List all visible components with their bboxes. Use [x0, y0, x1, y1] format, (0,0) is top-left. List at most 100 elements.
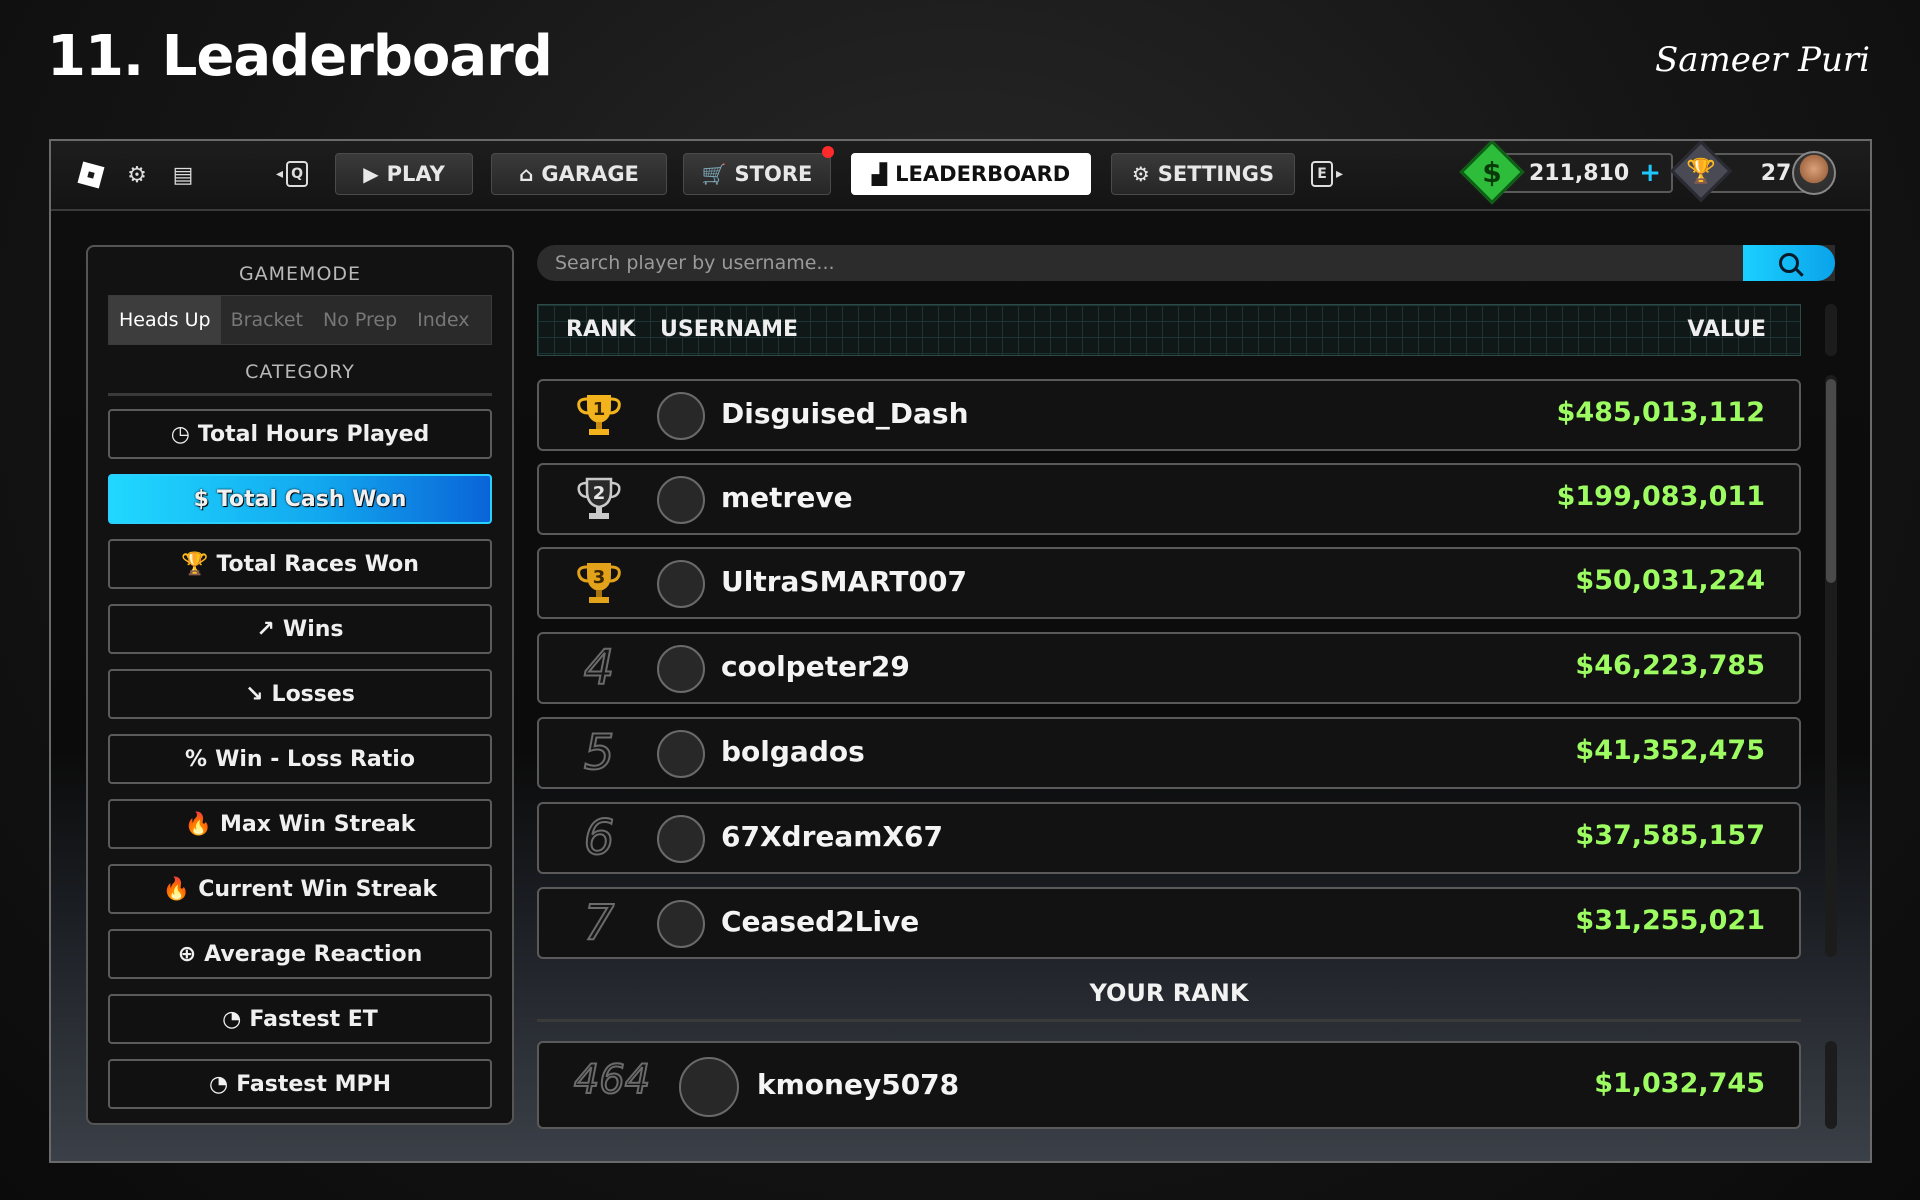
avatar	[657, 900, 705, 948]
leaderboard-header: RANK USERNAME VALUE	[537, 304, 1801, 356]
table-row[interactable]: 1 Disguised_Dash $485,013,112	[537, 379, 1801, 451]
category-fastest-mph[interactable]: ◔ Fastest MPH	[108, 1059, 492, 1109]
username[interactable]: Ceased2Live	[721, 905, 919, 938]
header-value: VALUE	[1687, 317, 1766, 342]
avatar	[657, 815, 705, 863]
player-avatar[interactable]	[1792, 151, 1836, 195]
username[interactable]: Disguised_Dash	[721, 397, 969, 430]
category-max-win-streak[interactable]: 🔥 Max Win Streak	[108, 799, 492, 849]
table-row[interactable]: 7 Ceased2Live $31,255,021	[537, 887, 1801, 959]
chevron-left-icon: ◂	[276, 166, 284, 182]
emote-button[interactable]: ⚙	[117, 155, 157, 195]
tab-play-label: PLAY	[386, 162, 445, 186]
value: $41,352,475	[1575, 735, 1765, 766]
tab-store-label: STORE	[734, 162, 813, 186]
category-label: Win - Loss Ratio	[215, 746, 415, 772]
next-tab-hint[interactable]: E ▸	[1311, 161, 1343, 187]
speedometer-icon: ◔	[208, 1071, 229, 1097]
tab-leaderboard[interactable]: ▟ LEADERBOARD	[851, 153, 1091, 195]
category-label: Fastest MPH	[236, 1071, 392, 1097]
category-divider	[108, 393, 492, 396]
username[interactable]: 67XdreamX67	[721, 820, 943, 853]
emote-icon: ⚙	[127, 162, 147, 188]
table-row[interactable]: 5 bolgados $41,352,475	[537, 717, 1801, 789]
username[interactable]: kmoney5078	[757, 1068, 959, 1101]
trend-up-icon: ↗	[256, 616, 275, 642]
roblox-menu-button[interactable]	[71, 155, 111, 195]
value: $31,255,021	[1575, 905, 1765, 936]
category-win-loss-ratio[interactable]: % Win - Loss Ratio	[108, 734, 492, 784]
trophy-icon: 🏆	[181, 551, 209, 577]
clock-icon: ◷	[170, 421, 190, 447]
search-bar[interactable]: Search player by username...	[537, 245, 1835, 281]
gamemode-tabs: Heads Up Bracket No Prep Index	[108, 295, 492, 345]
chat-button[interactable]: ▤	[163, 155, 203, 195]
username[interactable]: UltraSMART007	[721, 565, 967, 598]
your-rank-row[interactable]: 464 kmoney5078 $1,032,745	[537, 1041, 1801, 1129]
category-average-reaction[interactable]: ⊕ Average Reaction	[108, 929, 492, 979]
value: $46,223,785	[1575, 650, 1765, 681]
value: $50,031,224	[1575, 565, 1765, 596]
rank-number: 3	[593, 567, 606, 588]
tab-store[interactable]: 🛒 STORE	[683, 146, 834, 195]
table-row[interactable]: 2 metreve $199,083,011	[537, 463, 1801, 535]
gamemode-tab-no-prep[interactable]: No Prep	[313, 296, 407, 344]
cash-display[interactable]: $ 211,810 +	[1459, 141, 1673, 205]
username[interactable]: bolgados	[721, 735, 865, 768]
header-rank: RANK	[566, 317, 636, 342]
table-row[interactable]: 6 67XdreamX67 $37,585,157	[537, 802, 1801, 874]
value: $199,083,011	[1556, 481, 1765, 512]
page-title: 11. Leaderboard	[47, 24, 553, 89]
your-rank-divider	[537, 1019, 1801, 1022]
bronze-trophy-icon: 3	[577, 563, 621, 603]
gear-icon: ⚙	[1131, 162, 1150, 186]
category-label: Max Win Streak	[220, 811, 416, 837]
search-button[interactable]	[1743, 245, 1835, 281]
gamemode-tab-heads-up[interactable]: Heads Up	[109, 296, 221, 344]
search-input[interactable]: Search player by username...	[537, 252, 835, 274]
cash-icon: $	[1459, 141, 1525, 205]
value: $485,013,112	[1556, 397, 1765, 428]
tab-leaderboard-label: LEADERBOARD	[895, 162, 1071, 186]
add-cash-icon[interactable]: +	[1639, 158, 1661, 188]
top-bar: ⚙ ▤ ◂ Q ▶ PLAY ⌂ GARAGE 🛒 STORE ▟ LEADER…	[51, 141, 1870, 211]
category-total-cash-won[interactable]: $ Total Cash Won	[108, 474, 492, 524]
gamemode-heading: GAMEMODE	[238, 263, 362, 285]
search-icon	[1779, 253, 1799, 273]
category-losses[interactable]: ↘ Losses	[108, 669, 492, 719]
prev-tab-hint[interactable]: ◂ Q	[276, 161, 309, 187]
table-row[interactable]: 3 UltraSMART007 $50,031,224	[537, 547, 1801, 619]
gamemode-tab-index[interactable]: Index	[407, 296, 479, 344]
rank-number: 1	[593, 399, 606, 420]
category-current-win-streak[interactable]: 🔥 Current Win Streak	[108, 864, 492, 914]
trophy-count: 27	[1760, 160, 1792, 186]
category-fastest-et[interactable]: ◔ Fastest ET	[108, 994, 492, 1044]
author-signature: Sameer Puri	[1654, 40, 1870, 80]
category-label: Fastest ET	[249, 1006, 378, 1032]
category-label: Average Reaction	[204, 941, 423, 967]
rank-number: 6	[583, 809, 616, 867]
category-label: Total Races Won	[216, 551, 419, 577]
tab-settings[interactable]: ⚙ SETTINGS	[1111, 153, 1295, 195]
header-scroll-spacer	[1825, 304, 1837, 356]
avatar	[679, 1057, 739, 1117]
silver-trophy-icon: 2	[577, 477, 621, 519]
header-username: USERNAME	[660, 317, 799, 342]
category-wins[interactable]: ↗ Wins	[108, 604, 492, 654]
trophy-icon: 🏆	[1669, 141, 1733, 203]
rank-number: 2	[593, 483, 606, 504]
play-icon: ▶	[363, 162, 379, 186]
username[interactable]: metreve	[721, 481, 853, 514]
tab-garage[interactable]: ⌂ GARAGE	[491, 153, 667, 195]
username[interactable]: coolpeter29	[721, 650, 910, 683]
table-row[interactable]: 4 coolpeter29 $46,223,785	[537, 632, 1801, 704]
gamemode-tab-bracket[interactable]: Bracket	[221, 296, 313, 344]
rank-number: 4	[583, 639, 616, 697]
category-total-hours-played[interactable]: ◷ Total Hours Played	[108, 409, 492, 459]
leaderboard-scrollbar-thumb[interactable]	[1826, 379, 1836, 583]
roblox-logo-icon	[77, 161, 105, 189]
category-total-races-won[interactable]: 🏆 Total Races Won	[108, 539, 492, 589]
bar-chart-icon: ▟	[871, 162, 888, 186]
tab-play[interactable]: ▶ PLAY	[335, 153, 473, 195]
your-rank-heading: YOUR RANK	[1089, 979, 1249, 1007]
